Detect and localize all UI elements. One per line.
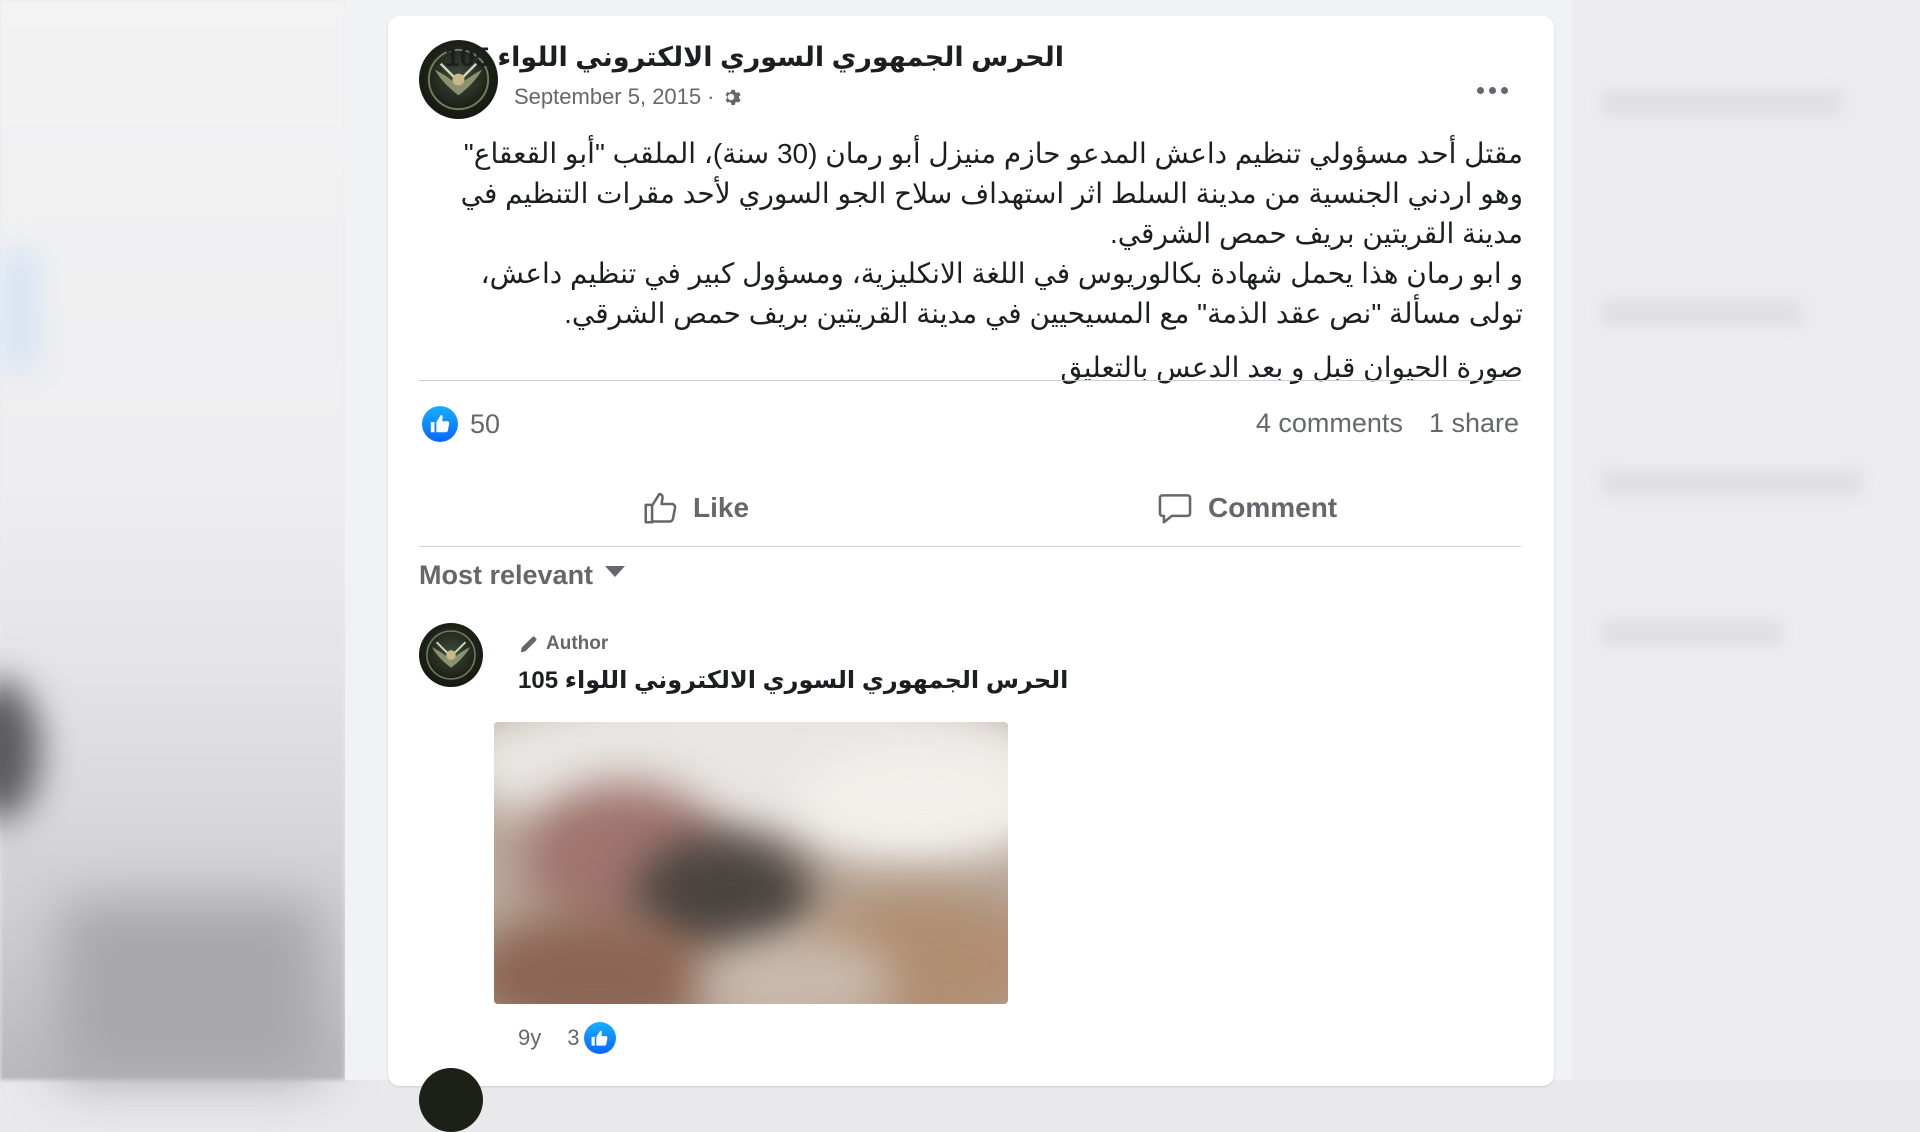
eagle-logo-icon [426, 630, 476, 680]
sort-label: Most relevant [419, 560, 594, 590]
engagement-counts: 4 comments 1 share [1256, 408, 1519, 439]
like-button-label: Like [693, 492, 750, 523]
post-paragraph-1: مقتل أحد مسؤولي تنظيم داعش المدعو حازم م… [460, 138, 1523, 249]
blurred-background-right [1572, 0, 1920, 1080]
meta-separator: · [707, 84, 715, 109]
reaction-summary[interactable]: 50 [422, 406, 500, 442]
comment-author-avatar[interactable] [419, 623, 483, 687]
comment-button-label: Comment [1208, 492, 1338, 523]
more-options-icon[interactable] [1470, 68, 1514, 112]
page-name[interactable]: الحرس الجمهوري السوري الالكتروني اللواء … [445, 42, 1064, 73]
thumbs-up-icon [644, 492, 677, 524]
speech-bubble-icon [1158, 494, 1192, 524]
comments-count-link[interactable]: 4 comments [1256, 408, 1403, 439]
blurred-background-left [0, 0, 345, 1080]
like-reaction-icon [422, 406, 458, 442]
comment-like-count: 3 [567, 1025, 580, 1050]
post-text: مقتل أحد مسؤولي تنظيم داعش المدعو حازم م… [423, 134, 1523, 388]
shares-count-link[interactable]: 1 share [1429, 408, 1519, 439]
author-badge: Author [518, 633, 608, 655]
divider-top [419, 380, 1521, 381]
comment-age[interactable]: 9y [518, 1025, 541, 1051]
like-reaction-icon [583, 1022, 616, 1054]
post-meta: September 5, 2015 · [514, 84, 742, 110]
post-date[interactable]: September 5, 2015 [514, 84, 701, 110]
author-badge-label: Author [546, 633, 609, 654]
divider-bottom [419, 546, 1521, 547]
post-paragraph-2: و ابو رمان هذا يحمل شهادة بكالوريوس في ا… [480, 258, 1523, 329]
reaction-count: 50 [470, 408, 501, 439]
comment-sort-dropdown[interactable]: Most relevant [419, 560, 626, 591]
pencil-icon [520, 636, 537, 653]
chevron-down-icon [605, 566, 626, 577]
post-paragraph-3: صورة الحيوان قبل و بعد الدعس بالتعليق [1060, 352, 1523, 383]
next-comment-avatar [419, 1068, 483, 1132]
like-button[interactable]: Like [641, 484, 749, 532]
gear-icon [726, 89, 742, 105]
post-card: الحرس الجمهوري السوري الالكتروني اللواء … [388, 16, 1554, 1132]
comment-footer: 9y 3 [518, 1022, 616, 1054]
comment-author-name[interactable]: الحرس الجمهوري السوري الالكتروني اللواء … [518, 666, 1068, 695]
comment-button[interactable]: Comment [1156, 484, 1337, 532]
comment-photo[interactable] [494, 722, 1008, 1004]
comment-likes[interactable]: 3 [567, 1022, 616, 1054]
